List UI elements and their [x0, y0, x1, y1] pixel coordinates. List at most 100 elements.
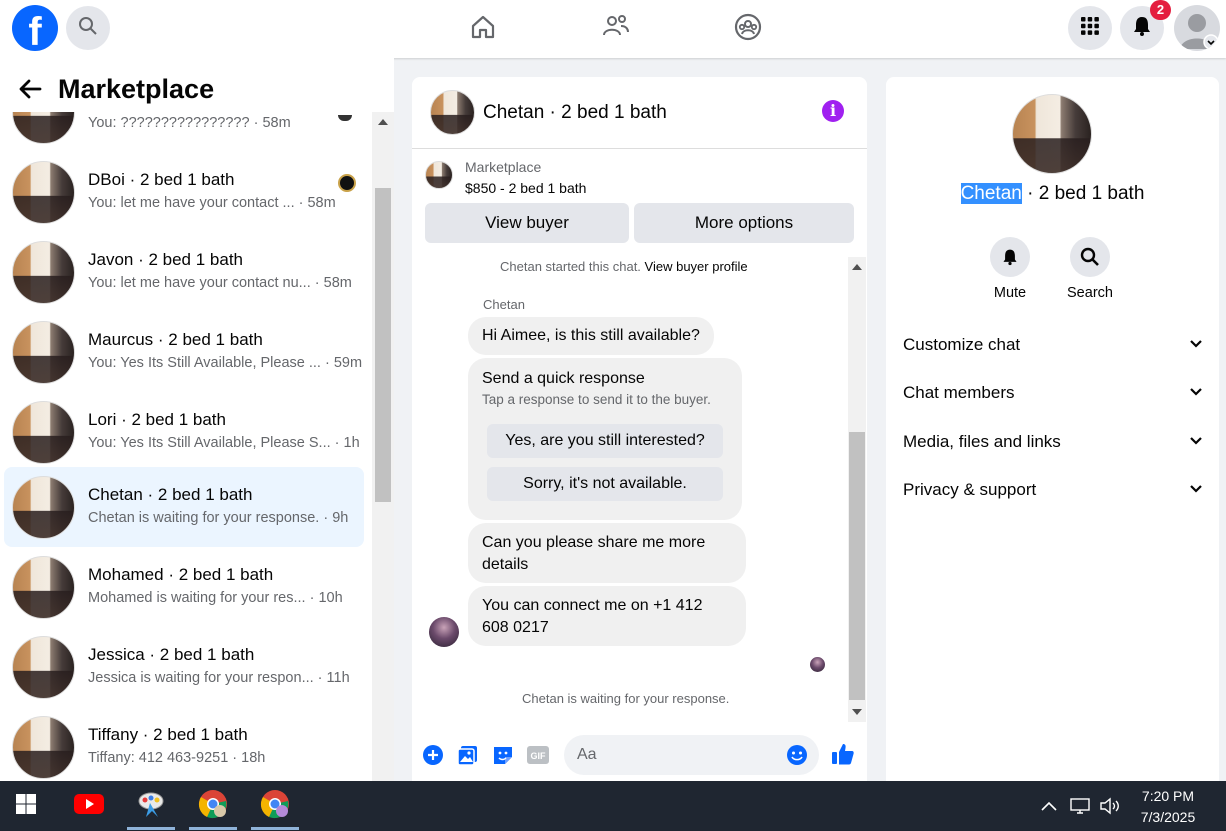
conversation-list: You: ???????????????? · 58m DBoi · 2 bed… — [0, 112, 372, 781]
search-button[interactable] — [66, 6, 110, 50]
name-highlighted: Chetan — [960, 183, 1022, 204]
chat-started-note: Chetan started this chat. View buyer pro… — [500, 259, 748, 274]
listing-thumbnail — [12, 112, 75, 144]
taskbar-youtube[interactable] — [63, 781, 115, 831]
conversation-item[interactable]: Jessica · 2 bed 1 bath Jessica is waitin… — [4, 627, 364, 707]
message-bubble: You can connect me on +1 412 608 0217 — [468, 586, 746, 646]
info-icon[interactable]: i — [822, 100, 844, 122]
privacy-support-section[interactable]: Privacy & support — [903, 480, 1203, 510]
conversation-scrollbar[interactable] — [372, 112, 394, 781]
groups-icon[interactable] — [732, 10, 764, 44]
windows-taskbar: 7:20 PM 7/3/2025 — [0, 781, 1226, 831]
more-options-button[interactable]: More options — [634, 203, 854, 243]
marketplace-label: Marketplace — [465, 159, 542, 175]
chat-title[interactable]: Chetan · 2 bed 1 bath — [483, 102, 667, 124]
conversation-item-active[interactable]: Chetan · 2 bed 1 bath Chetan is waiting … — [4, 467, 364, 547]
photo-icon[interactable] — [456, 743, 480, 767]
conversation-item[interactable]: Lori · 2 bed 1 bath You: Yes Its Still A… — [4, 392, 364, 472]
conversation-name: DBoi · 2 bed 1 bath — [88, 170, 235, 189]
taskbar-app[interactable] — [125, 781, 177, 831]
listing-thumbnail — [12, 636, 75, 699]
scrollbar-thumb[interactable] — [375, 188, 391, 502]
quick-reply-yes-button[interactable]: Yes, are you still interested? — [487, 424, 723, 458]
bell-icon — [1131, 15, 1153, 42]
view-buyer-button[interactable]: View buyer — [425, 203, 629, 243]
conversation-preview: You: let me have your contact nu... · 58… — [88, 275, 352, 291]
conversation-name: Tiffany · 2 bed 1 bath — [88, 725, 248, 744]
conversation-item[interactable]: You: ???????????????? · 58m — [4, 112, 364, 152]
scroll-up-icon[interactable] — [852, 263, 862, 271]
sticker-icon[interactable] — [491, 743, 515, 767]
conversation-sidebar: Marketplace You: ???????????????? · 58m … — [0, 58, 394, 781]
back-arrow-icon[interactable] — [18, 78, 42, 105]
listing-thumbnail — [12, 556, 75, 619]
scroll-up-icon[interactable] — [378, 118, 388, 126]
conversation-item[interactable]: Tiffany · 2 bed 1 bath Tiffany: 412 463-… — [4, 707, 364, 781]
section-label: Customize chat — [903, 335, 1021, 354]
taskbar-chrome-1[interactable] — [187, 781, 239, 831]
facebook-logo[interactable]: f — [12, 5, 58, 51]
listing-price: $850 - 2 bed 1 bath — [465, 180, 587, 196]
chat-members-section[interactable]: Chat members — [903, 383, 1203, 413]
system-clock[interactable]: 7:20 PM 7/3/2025 — [1128, 786, 1208, 828]
chevron-down-icon — [1190, 485, 1202, 493]
media-files-links-section[interactable]: Media, files and links — [903, 432, 1203, 462]
scroll-down-icon[interactable] — [852, 708, 862, 716]
home-icon[interactable] — [467, 10, 499, 44]
search-icon — [78, 16, 98, 41]
chat-avatar[interactable] — [430, 90, 475, 135]
conversation-preview: You: Yes Its Still Available, Please ...… — [88, 355, 363, 371]
listing-thumbnail[interactable] — [425, 161, 453, 189]
network-icon[interactable] — [1069, 795, 1091, 817]
chevron-up-icon[interactable] — [1041, 795, 1057, 817]
chat-scrollbar[interactable] — [848, 257, 866, 722]
gif-icon[interactable]: GIF — [526, 743, 550, 767]
sender-avatar[interactable] — [429, 617, 459, 647]
conversation-item[interactable]: Mohamed · 2 bed 1 bath Mohamed is waitin… — [4, 547, 364, 627]
message-composer: GIF Aa — [412, 729, 867, 781]
friends-icon[interactable] — [600, 10, 632, 44]
notification-badge: 2 — [1150, 0, 1171, 20]
start-button[interactable] — [0, 781, 52, 831]
plus-circle-icon[interactable] — [421, 743, 445, 767]
menu-grid-button[interactable] — [1068, 6, 1112, 50]
message-thread: Chetan started this chat. View buyer pro… — [412, 257, 848, 727]
message-line: You can connect me on +1 412 — [482, 597, 703, 614]
conversation-preview: Jessica is waiting for your respon... · … — [88, 670, 350, 686]
taskbar-chrome-2[interactable] — [249, 781, 301, 831]
seen-avatar — [338, 115, 352, 121]
page-title: Marketplace — [58, 74, 215, 104]
conversation-item[interactable]: Javon · 2 bed 1 bath You: let me have yo… — [4, 232, 364, 312]
search-in-chat-button[interactable]: Search — [1060, 237, 1120, 301]
listing-thumbnail — [12, 241, 75, 304]
message-input-placeholder: Aa — [577, 746, 597, 763]
marketplace-listing-bar: Marketplace $850 - 2 bed 1 bath View buy… — [412, 151, 867, 259]
mute-button[interactable]: Mute — [980, 237, 1040, 301]
active-indicator — [189, 827, 237, 830]
chrome-icon — [198, 789, 228, 824]
message-bubble: Hi Aimee, is this still available? — [468, 317, 714, 355]
chat-panel: Chetan · 2 bed 1 bath i Marketplace $850… — [412, 77, 867, 781]
emoji-icon[interactable] — [786, 744, 808, 766]
scrollbar-thumb[interactable] — [849, 432, 865, 700]
profile-avatar[interactable] — [1174, 5, 1220, 51]
search-label: Search — [1067, 285, 1113, 301]
message-line: details — [482, 556, 529, 573]
clock-date: 7/3/2025 — [1140, 809, 1196, 825]
mute-label: Mute — [993, 285, 1027, 301]
chevron-down-icon — [1190, 437, 1202, 445]
message-input[interactable]: Aa — [564, 735, 819, 775]
thumbs-up-icon[interactable] — [830, 741, 856, 767]
menu-grid-icon — [1080, 16, 1100, 41]
conversation-item[interactable]: Maurcus · 2 bed 1 bath You: Yes Its Stil… — [4, 312, 364, 392]
clock-time: 7:20 PM — [1141, 788, 1195, 804]
chat-avatar-large[interactable] — [1012, 94, 1092, 174]
sender-name: Chetan — [483, 297, 525, 312]
volume-icon[interactable] — [1099, 795, 1121, 817]
view-buyer-profile-link[interactable]: View buyer profile — [645, 259, 748, 274]
conversation-preview: You: Yes Its Still Available, Please S..… — [88, 435, 360, 451]
quick-reply-no-button[interactable]: Sorry, it's not available. — [487, 467, 723, 501]
customize-chat-section[interactable]: Customize chat — [903, 335, 1203, 365]
conversation-item[interactable]: DBoi · 2 bed 1 bath You: let me have you… — [4, 152, 364, 232]
conversation-name: Mohamed · 2 bed 1 bath — [88, 565, 274, 584]
